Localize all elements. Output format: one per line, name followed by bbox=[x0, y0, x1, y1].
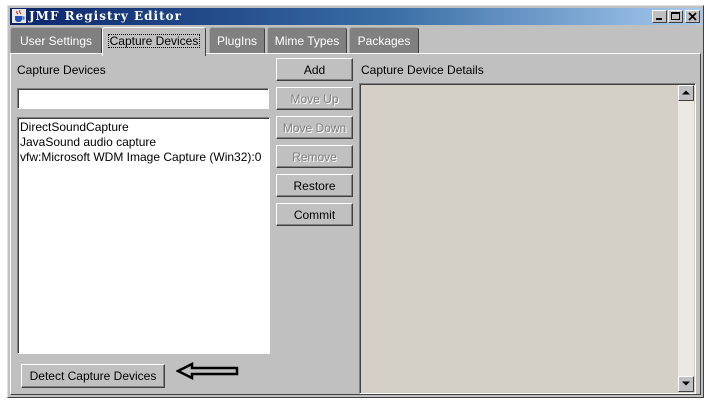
arrow-down-icon bbox=[682, 381, 690, 386]
detect-capture-devices-button[interactable]: Detect Capture Devices bbox=[21, 364, 165, 388]
close-icon bbox=[688, 12, 697, 21]
scroll-down-button[interactable] bbox=[678, 376, 694, 392]
commit-button[interactable]: Commit bbox=[276, 203, 353, 226]
remove-button[interactable]: Remove bbox=[276, 145, 353, 168]
list-item[interactable]: JavaSound audio capture bbox=[20, 135, 267, 150]
minimize-icon bbox=[656, 18, 662, 20]
close-button[interactable] bbox=[685, 10, 700, 23]
tab-label: PlugIns bbox=[216, 34, 258, 48]
capture-devices-list[interactable]: DirectSoundCapture JavaSound audio captu… bbox=[17, 117, 270, 354]
maximize-button[interactable] bbox=[668, 10, 683, 23]
title-bar[interactable]: JMF Registry Editor bbox=[10, 8, 701, 25]
scroll-up-button[interactable] bbox=[678, 85, 694, 101]
restore-button[interactable]: Restore bbox=[276, 174, 353, 197]
capture-devices-label: Capture Devices bbox=[17, 63, 106, 77]
capture-device-details-label: Capture Device Details bbox=[361, 63, 484, 77]
details-scrollbar[interactable] bbox=[678, 85, 694, 392]
tab-packages[interactable]: Packages bbox=[349, 27, 419, 54]
add-button[interactable]: Add bbox=[276, 58, 353, 81]
list-item[interactable]: vfw:Microsoft WDM Image Capture (Win32):… bbox=[20, 150, 267, 165]
maximize-icon bbox=[671, 12, 680, 20]
tab-label: Packages bbox=[357, 34, 411, 48]
move-up-button[interactable]: Move Up bbox=[276, 87, 353, 110]
minimize-button[interactable] bbox=[652, 10, 667, 23]
capture-device-details-area[interactable] bbox=[359, 83, 696, 394]
tab-label: User Settings bbox=[19, 34, 93, 48]
move-down-button[interactable]: Move Down bbox=[276, 116, 353, 139]
window-title: JMF Registry Editor bbox=[29, 9, 182, 23]
tab-user-settings[interactable]: User Settings bbox=[10, 27, 102, 54]
tab-label: Capture Devices bbox=[107, 34, 201, 48]
tab-capture-devices[interactable]: Capture Devices bbox=[102, 27, 206, 56]
tab-label: Mime Types bbox=[274, 34, 340, 48]
registry-editor-window: JMF Registry Editor User Settings Captur… bbox=[7, 5, 704, 398]
tab-mime-types[interactable]: Mime Types bbox=[267, 27, 347, 54]
arrow-up-icon bbox=[682, 90, 690, 95]
left-arrow-icon bbox=[176, 362, 239, 380]
list-item[interactable]: DirectSoundCapture bbox=[20, 120, 267, 135]
capture-device-name-input[interactable] bbox=[17, 88, 269, 109]
tab-plugins[interactable]: PlugIns bbox=[209, 27, 265, 54]
capture-devices-panel: Capture Devices DirectSoundCapture JavaS… bbox=[10, 53, 701, 395]
java-cup-icon bbox=[12, 9, 26, 23]
